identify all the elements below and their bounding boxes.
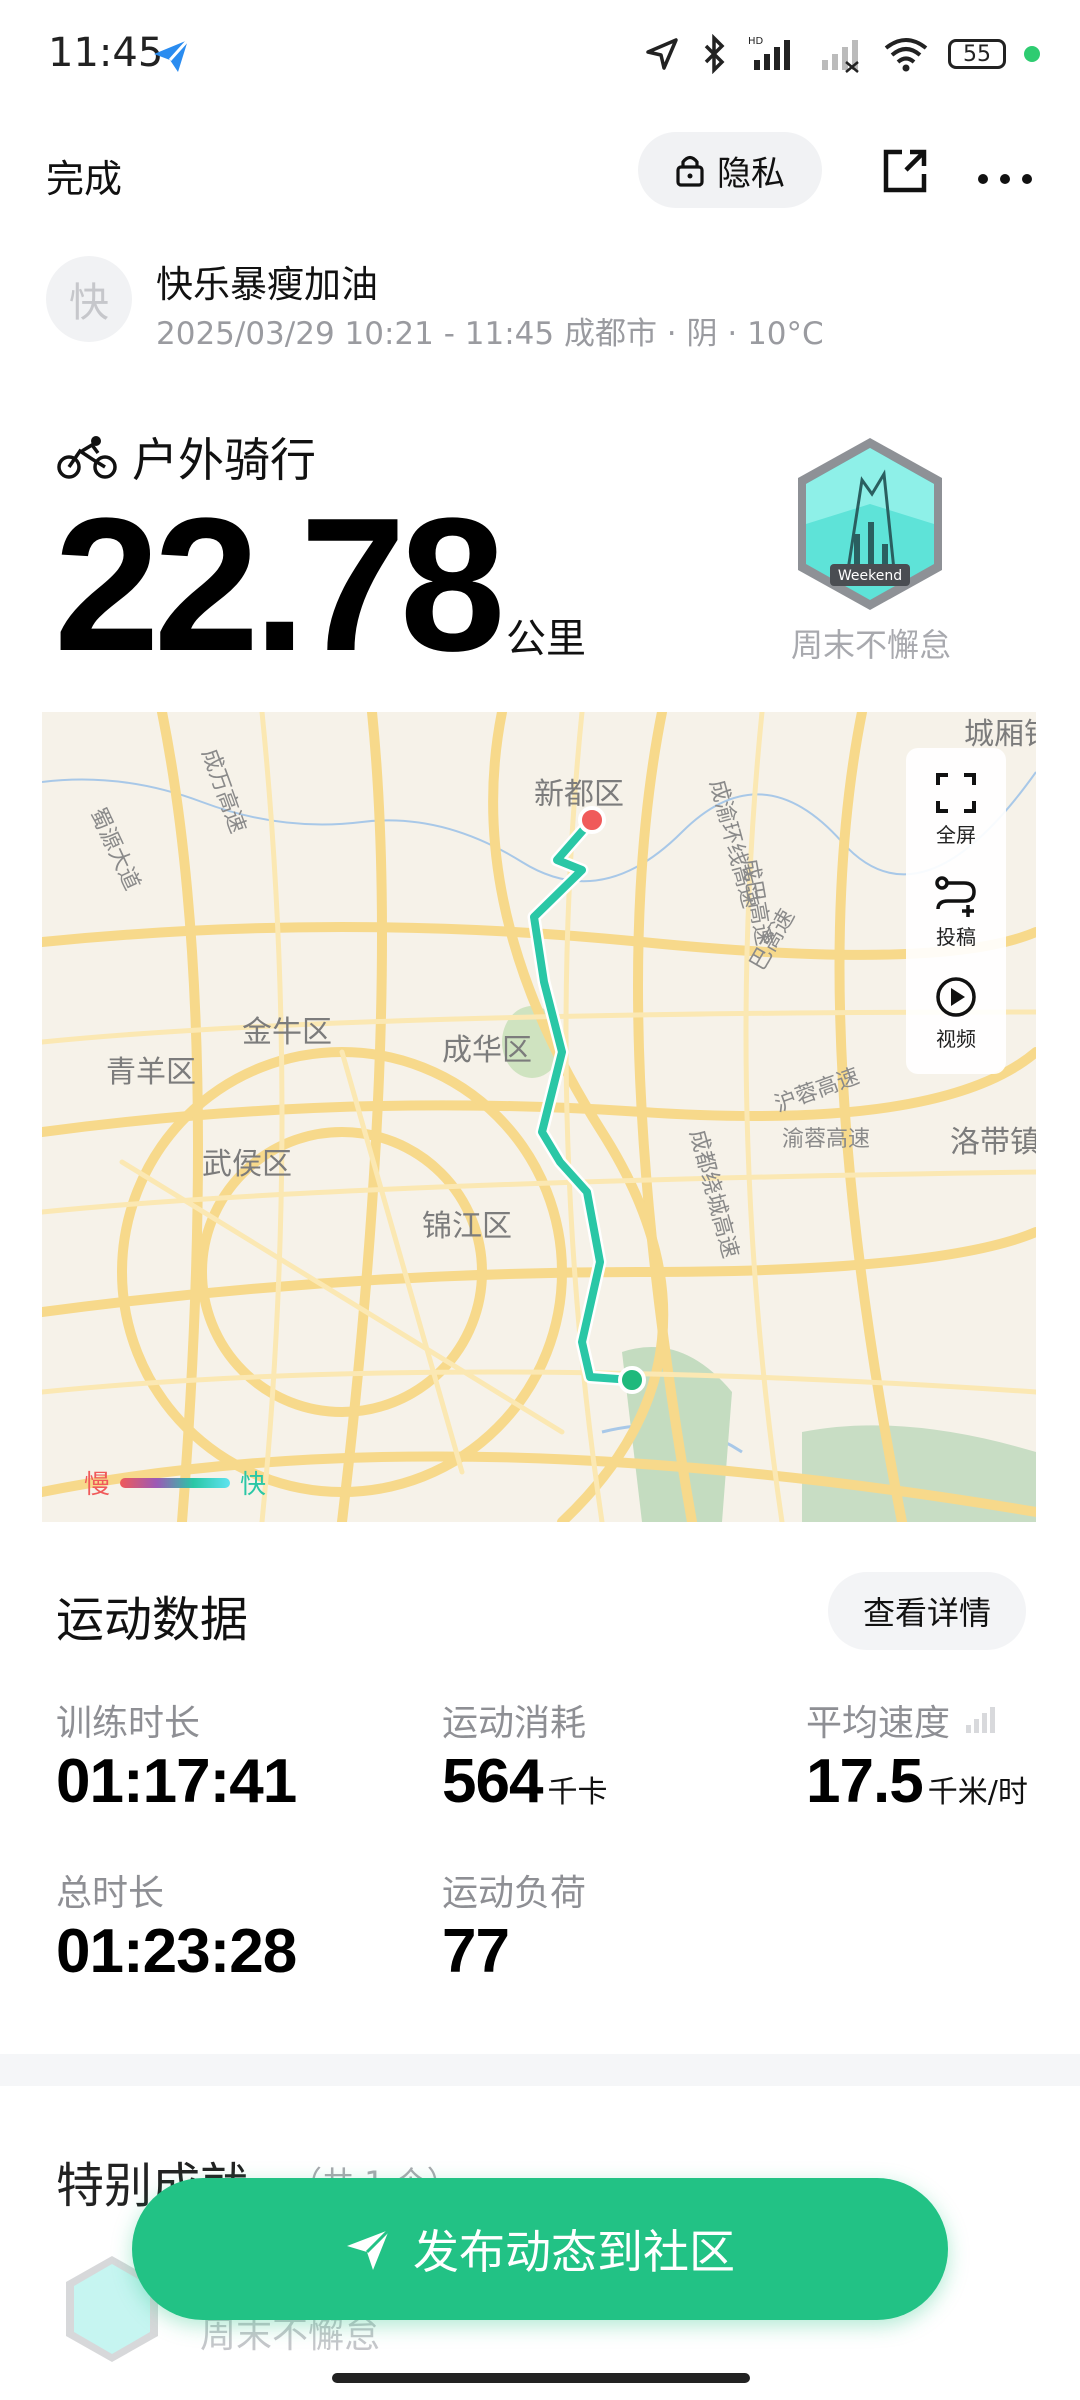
legend-fast: 快 [240, 1470, 267, 1500]
activity-meta: 2025/03/29 10:21 - 11:45 成都市 · 阴 · 10°C [156, 316, 824, 352]
stat-unit: 千米/时 [927, 1775, 1028, 1810]
badge-text: Weekend [838, 568, 902, 584]
fullscreen-button[interactable]: 全屏 [934, 771, 978, 848]
place-label: 洛带镇 [950, 1125, 1036, 1160]
map-canvas: 新都区 金牛区 成华区 青羊区 武侯区 锦江区 洛带镇 城厢镇 成万高速 蜀源大… [42, 712, 1036, 1522]
privacy-indicator-dot [1024, 46, 1040, 62]
video-label: 视频 [936, 1026, 976, 1051]
signal-strength-icon [966, 1707, 996, 1733]
route-add-icon [935, 875, 976, 917]
stat-label: 训练时长 [56, 1703, 201, 1744]
place-label: 青羊区 [106, 1055, 196, 1090]
stat-value: 564 [442, 1747, 543, 1816]
stat-total-duration: 总时长 01:23:28 [56, 1864, 297, 1987]
stat-value: 17.5 [806, 1747, 924, 1816]
status-time: 11:45 [48, 30, 164, 76]
place-label: 武侯区 [202, 1147, 292, 1182]
stats-section-title: 运动数据 [56, 1592, 249, 1648]
more-options-icon[interactable] [975, 150, 1035, 190]
route-map[interactable]: 新都区 金牛区 成华区 青羊区 武侯区 锦江区 洛带镇 城厢镇 成万高速 蜀源大… [42, 712, 1036, 1522]
play-icon [936, 976, 976, 1017]
place-label: 城厢镇 [964, 717, 1036, 752]
stat-calories: 运动消耗 564 千卡 [442, 1694, 608, 1817]
distance-value: 22.78 [54, 479, 505, 691]
place-label: 新都区 [534, 777, 624, 812]
place-label: 成华区 [442, 1033, 532, 1068]
video-button[interactable]: 视频 [934, 975, 978, 1052]
badge-caption: 周末不懈怠 [790, 626, 951, 664]
stat-value: 77 [442, 1917, 510, 1986]
signal-icon: HD [748, 36, 790, 70]
fullscreen-icon [936, 772, 976, 813]
svg-text:HD: HD [748, 36, 764, 47]
privacy-button[interactable]: 隐私 [638, 132, 822, 208]
speed-gradient-bar [120, 1477, 231, 1488]
send-icon [347, 2228, 391, 2270]
publish-label: 发布动态到社区 [413, 2225, 735, 2279]
submit-route-label: 投稿 [936, 924, 976, 949]
map-controls: 全屏 投稿 视频 [906, 748, 1006, 1074]
stat-training-duration: 训练时长 01:17:41 [56, 1694, 297, 1817]
place-label: 金牛区 [242, 1015, 332, 1050]
signal-off-icon [822, 40, 859, 73]
stat-label: 平均速度 [806, 1703, 951, 1744]
share-icon[interactable] [880, 146, 930, 196]
place-label: 锦江区 [422, 1209, 512, 1244]
submit-route-button[interactable]: 投稿 [934, 873, 978, 950]
legend-slow: 慢 [84, 1470, 111, 1500]
section-divider [0, 2054, 1080, 2086]
stat-label: 运动负荷 [442, 1873, 587, 1914]
user-name: 快乐暴瘦加油 [156, 263, 378, 306]
stat-avg-speed: 平均速度 17.5 千米/时 [806, 1694, 1028, 1817]
done-button[interactable]: 完成 [46, 148, 122, 203]
stat-training-load: 运动负荷 77 [442, 1864, 586, 1987]
location-icon [646, 38, 678, 70]
road-label: 渝蓉高速 [782, 1127, 870, 1152]
avatar[interactable]: 快 [46, 256, 132, 342]
home-indicator[interactable] [332, 2373, 750, 2383]
distance-unit: 公里 [506, 616, 586, 662]
wifi-icon [884, 38, 928, 72]
speed-legend: 慢 快 [84, 1464, 266, 1501]
cycling-icon [57, 436, 117, 479]
stat-unit: 千卡 [547, 1775, 608, 1810]
privacy-label: 隐私 [717, 153, 785, 194]
lock-icon [676, 155, 704, 187]
battery-level: 55 [963, 41, 991, 67]
battery-icon: 55 [948, 39, 1006, 69]
stat-value: 01:23:28 [56, 1917, 297, 1986]
stat-label: 运动消耗 [442, 1703, 587, 1744]
app-notification-icon [150, 34, 192, 76]
view-details-button[interactable]: 查看详情 [828, 1572, 1026, 1650]
status-icons: HD 55 [642, 30, 1040, 78]
stat-value: 01:17:41 [56, 1747, 297, 1816]
weekend-badge-icon[interactable]: Weekend [790, 434, 950, 614]
fullscreen-label: 全屏 [936, 822, 976, 847]
stat-label: 总时长 [56, 1873, 165, 1914]
route-start-marker [618, 1366, 646, 1394]
publish-to-community-button[interactable]: 发布动态到社区 [132, 2178, 948, 2320]
bluetooth-icon [704, 34, 725, 74]
